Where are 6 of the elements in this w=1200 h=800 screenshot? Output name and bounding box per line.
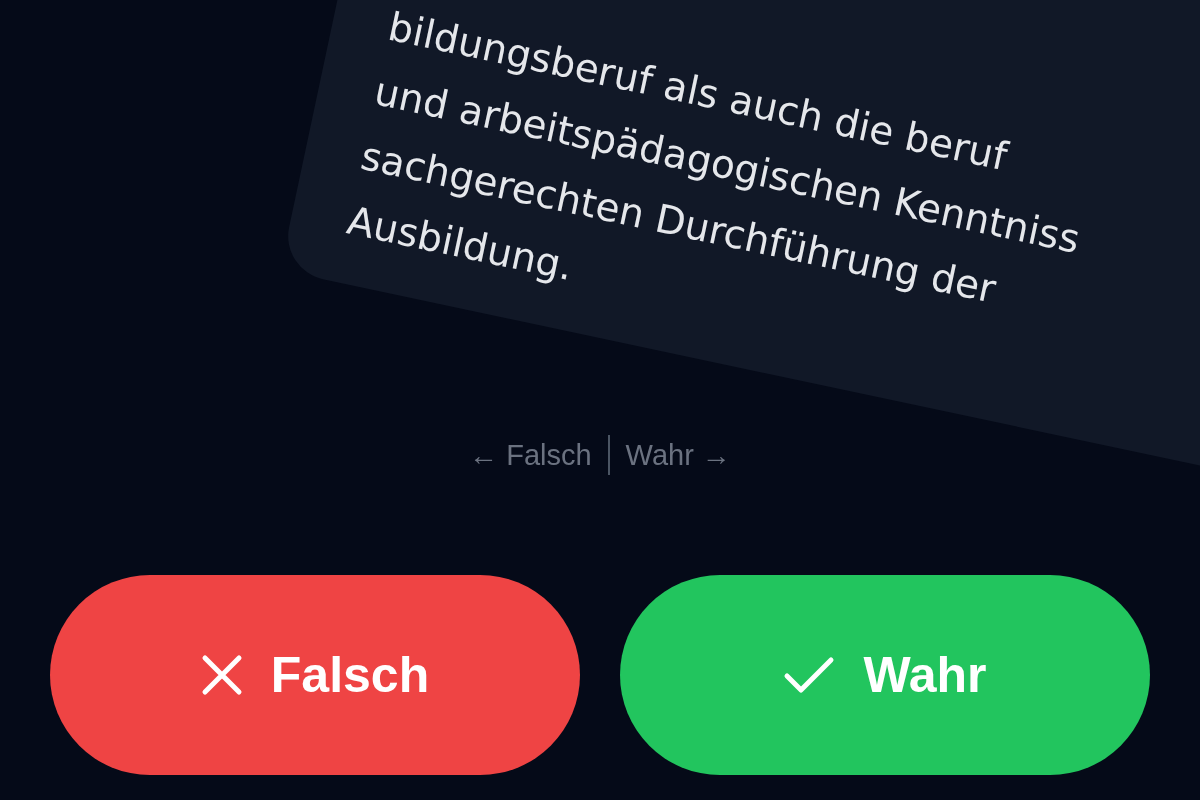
true-button[interactable]: Wahr [620, 575, 1150, 775]
swipe-right-hint: Wahr → [625, 438, 731, 472]
false-button[interactable]: Falsch [50, 575, 580, 775]
close-icon [200, 654, 243, 696]
swipe-left-hint: ← Falsch [469, 438, 592, 472]
check-icon [783, 655, 836, 695]
